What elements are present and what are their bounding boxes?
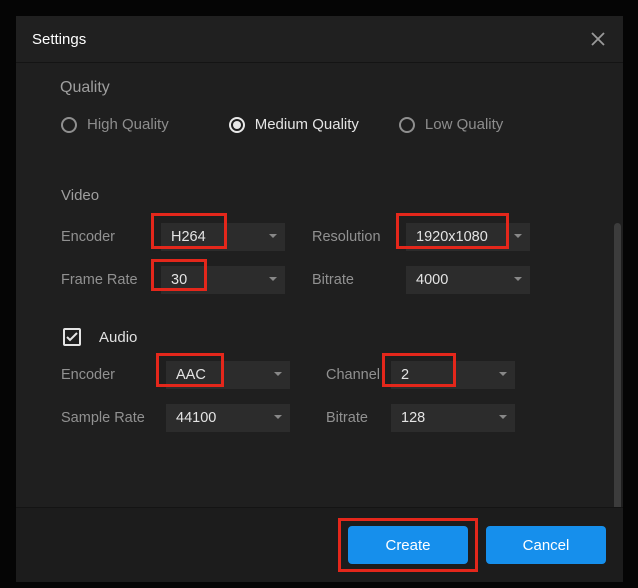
audio-bitrate-value: 128 xyxy=(401,410,425,426)
radio-medium-quality[interactable] xyxy=(229,117,245,133)
quality-radio-group: High Quality Medium Quality Low Quality xyxy=(61,116,581,133)
chevron-down-icon xyxy=(499,415,507,421)
create-button[interactable]: Create xyxy=(348,526,468,564)
settings-dialog: Settings Quality High Quality Medium Qua… xyxy=(16,16,623,582)
video-framerate-label: Frame Rate xyxy=(61,272,161,288)
dialog-title: Settings xyxy=(32,31,86,48)
video-heading: Video xyxy=(61,187,99,204)
audio-samplerate-label: Sample Rate xyxy=(61,410,166,426)
video-encoder-value: H264 xyxy=(171,229,206,245)
close-button[interactable] xyxy=(589,30,607,48)
quality-heading: Quality xyxy=(60,79,110,97)
audio-encoder-label: Encoder xyxy=(61,367,166,383)
audio-samplerate-dropdown[interactable]: 44100 xyxy=(166,404,290,432)
audio-heading: Audio xyxy=(99,329,137,346)
cancel-button-label: Cancel xyxy=(523,537,570,554)
audio-bitrate-label: Bitrate xyxy=(326,410,391,426)
radio-label-high: High Quality xyxy=(87,116,169,133)
radio-high-quality[interactable] xyxy=(61,117,77,133)
radio-label-low: Low Quality xyxy=(425,116,503,133)
radio-label-medium: Medium Quality xyxy=(255,116,359,133)
audio-enable-checkbox[interactable] xyxy=(63,328,81,346)
chevron-down-icon xyxy=(269,234,277,240)
video-resolution-label: Resolution xyxy=(312,229,406,245)
cancel-button[interactable]: Cancel xyxy=(486,526,606,564)
audio-encoder-dropdown[interactable]: AAC xyxy=(166,361,290,389)
dialog-footer: Create Cancel xyxy=(16,507,623,582)
video-bitrate-label: Bitrate xyxy=(312,272,406,288)
audio-channel-value: 2 xyxy=(401,367,409,383)
video-framerate-dropdown[interactable]: 30 xyxy=(161,266,285,294)
audio-channel-dropdown[interactable]: 2 xyxy=(391,361,515,389)
video-resolution-dropdown[interactable]: 1920x1080 xyxy=(406,223,530,251)
chevron-down-icon xyxy=(514,277,522,283)
audio-channel-label: Channel xyxy=(326,367,391,383)
video-resolution-value: 1920x1080 xyxy=(416,229,488,245)
video-framerate-value: 30 xyxy=(171,272,187,288)
chevron-down-icon xyxy=(269,277,277,283)
audio-encoder-value: AAC xyxy=(176,367,206,383)
video-bitrate-dropdown[interactable]: 4000 xyxy=(406,266,530,294)
video-bitrate-value: 4000 xyxy=(416,272,448,288)
video-encoder-dropdown[interactable]: H264 xyxy=(161,223,285,251)
audio-bitrate-dropdown[interactable]: 128 xyxy=(391,404,515,432)
dialog-content: Quality High Quality Medium Quality Low … xyxy=(16,63,623,507)
chevron-down-icon xyxy=(499,372,507,378)
chevron-down-icon xyxy=(274,372,282,378)
dialog-titlebar: Settings xyxy=(16,16,623,63)
chevron-down-icon xyxy=(514,234,522,240)
create-button-label: Create xyxy=(385,537,430,554)
check-icon xyxy=(66,332,78,342)
audio-samplerate-value: 44100 xyxy=(176,410,216,426)
scrollbar-thumb[interactable] xyxy=(614,223,621,507)
video-encoder-label: Encoder xyxy=(61,229,161,245)
chevron-down-icon xyxy=(274,415,282,421)
close-icon xyxy=(591,32,605,46)
radio-low-quality[interactable] xyxy=(399,117,415,133)
